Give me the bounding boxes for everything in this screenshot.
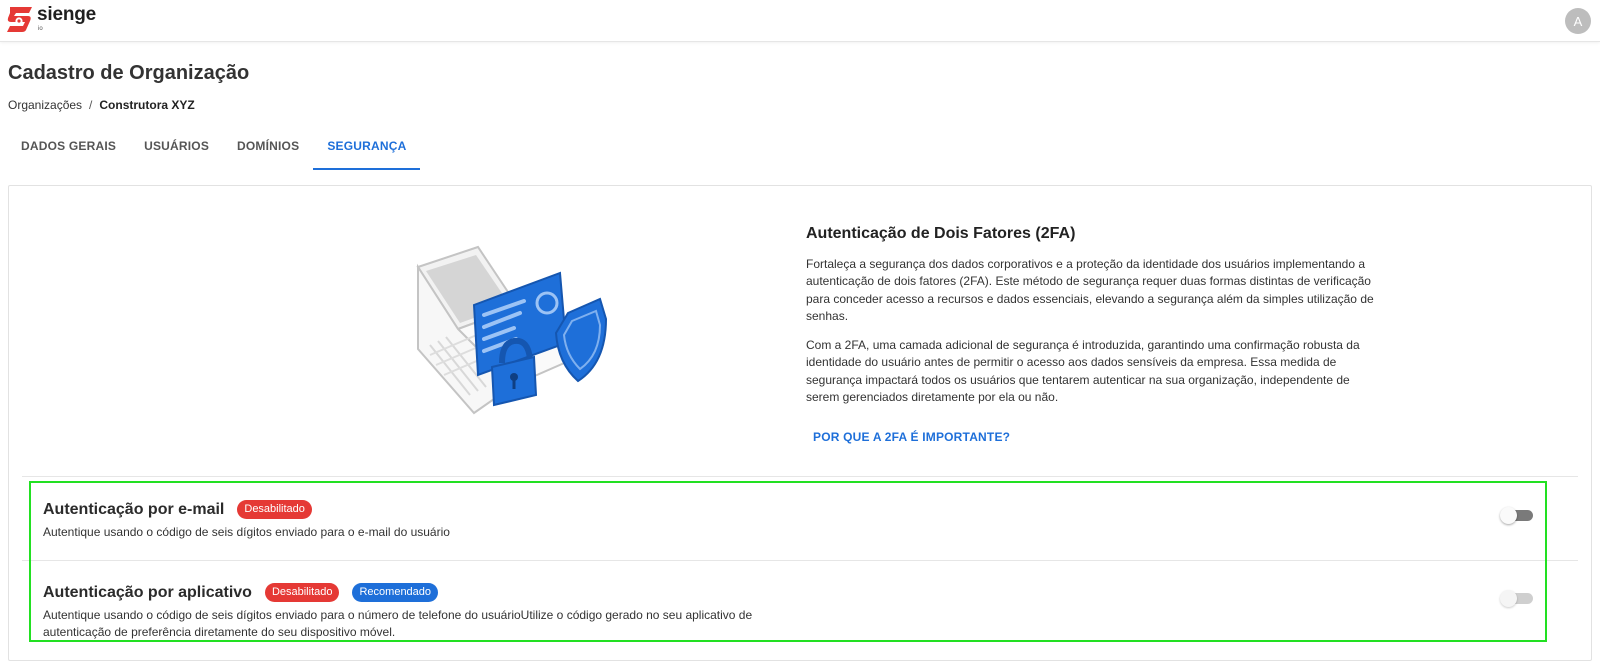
section-divider xyxy=(22,476,1578,477)
option-email-description: Autentique usando o código de seis dígit… xyxy=(43,525,450,539)
breadcrumb: Organizações / Construtora XYZ xyxy=(8,98,195,112)
logo-suffix: io xyxy=(38,26,43,32)
toggle-thumb xyxy=(1500,590,1517,607)
toggle-thumb xyxy=(1500,507,1517,524)
breadcrumb-organizations-link[interactable]: Organizações xyxy=(8,98,82,112)
option-email-title: Autenticação por e-mail xyxy=(43,500,225,518)
option-app-title: Autenticação por aplicativo xyxy=(43,583,252,601)
2fa-paragraph-1: Fortaleça a segurança dos dados corporat… xyxy=(806,257,1374,323)
2fa-paragraph-2: Com a 2FA, uma camada adicional de segur… xyxy=(806,338,1360,405)
tab-usuarios[interactable]: USUÁRIOS xyxy=(130,128,223,170)
tab-seguranca[interactable]: SEGURANÇA xyxy=(313,128,421,170)
sienge-logo-icon xyxy=(7,7,32,32)
user-avatar[interactable]: A xyxy=(1565,8,1591,34)
logo-wordmark: sienge xyxy=(37,4,96,25)
security-illustration xyxy=(416,245,608,415)
option-divider xyxy=(22,560,1578,561)
status-badge-disabled: Desabilitado xyxy=(237,500,312,519)
recommended-badge: Recomendado xyxy=(352,583,439,602)
option-email-auth: Autenticação por e-mail Desabilitado Aut… xyxy=(43,500,450,541)
breadcrumb-current: Construtora XYZ xyxy=(99,98,195,112)
tabs: DADOS GERAIS USUÁRIOS DOMÍNIOS SEGURANÇA xyxy=(7,128,421,170)
app-auth-toggle[interactable] xyxy=(1500,590,1534,607)
status-badge-disabled: Desabilitado xyxy=(264,583,340,602)
option-app-description: Autentique usando o código de seis dígit… xyxy=(43,608,753,639)
tab-dados-gerais[interactable]: DADOS GERAIS xyxy=(7,128,130,170)
top-bar: sienge io A xyxy=(0,0,1600,42)
2fa-info: Autenticação de Dois Fatores (2FA) Forta… xyxy=(806,225,1376,418)
tab-dominios[interactable]: DOMÍNIOS xyxy=(223,128,313,170)
2fa-title: Autenticação de Dois Fatores (2FA) xyxy=(806,225,1076,242)
breadcrumb-separator: / xyxy=(89,98,93,112)
option-app-auth: Autenticação por aplicativo Desabilitado… xyxy=(43,583,803,640)
page-title: Cadastro de Organização xyxy=(8,62,250,84)
sienge-logo[interactable]: sienge io xyxy=(6,5,96,34)
email-auth-toggle[interactable] xyxy=(1500,507,1534,524)
why-2fa-important-link[interactable]: POR QUE A 2FA É IMPORTANTE? xyxy=(813,430,1010,444)
